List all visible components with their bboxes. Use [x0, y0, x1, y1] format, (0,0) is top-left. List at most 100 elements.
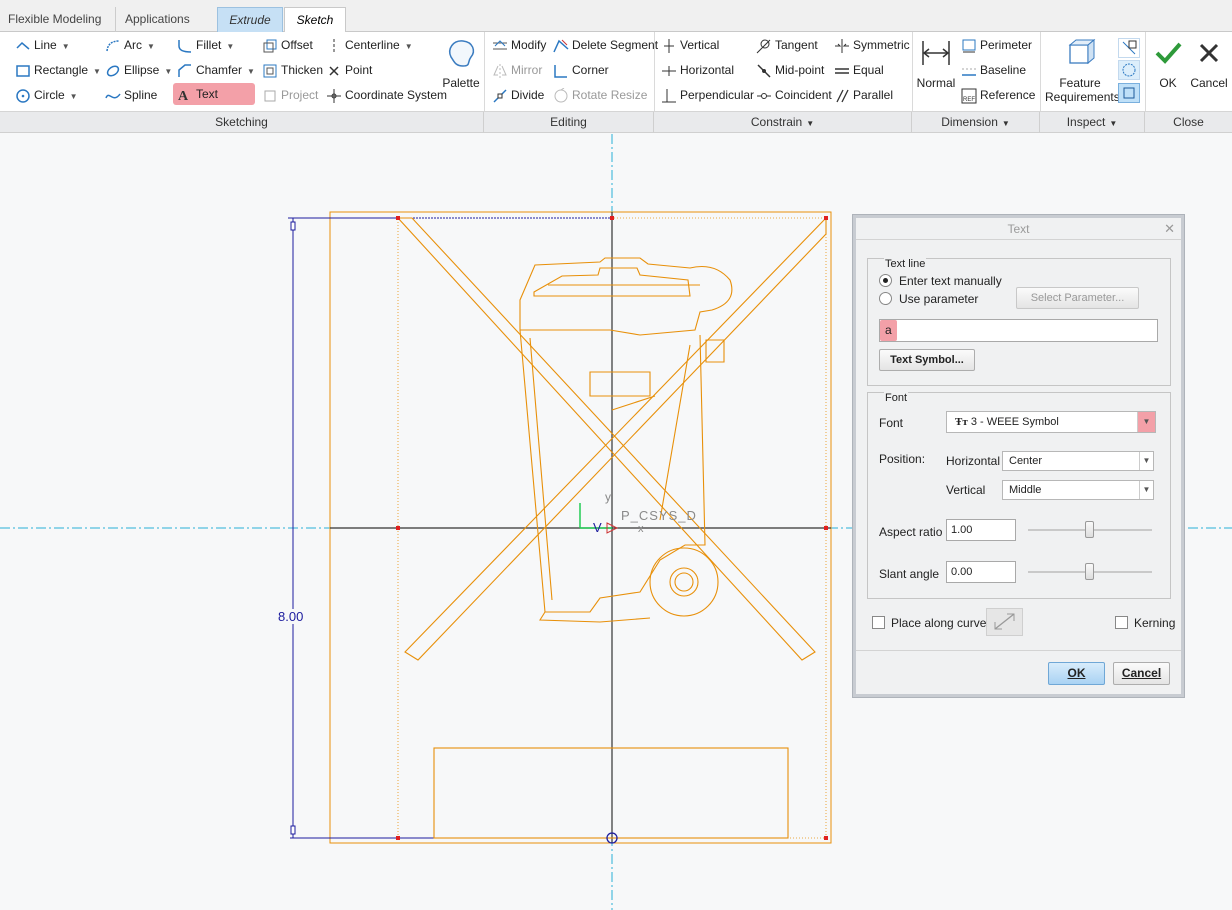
tab-applications[interactable]: Applications: [117, 7, 209, 32]
tab-extrude[interactable]: Extrude: [217, 7, 283, 32]
chevron-down-icon[interactable]: ▼: [405, 42, 413, 51]
flip-curve-button[interactable]: [986, 608, 1023, 636]
group-dimension[interactable]: Dimension ▼: [912, 112, 1040, 133]
text-symbol-button[interactable]: Text Symbol...: [879, 349, 975, 371]
symmetric-constraint-button[interactable]: Symmetric: [834, 34, 910, 56]
text-button[interactable]: A Text: [173, 83, 255, 105]
spline-button[interactable]: Spline: [105, 84, 157, 106]
rectangle-button[interactable]: Rectangle ▼: [15, 59, 101, 81]
group-constrain-label: Constrain: [750, 115, 803, 129]
line-button[interactable]: Line ▼: [15, 34, 70, 56]
overlap-inspect-button[interactable]: [1118, 38, 1140, 58]
chevron-down-icon[interactable]: ▼: [247, 67, 255, 76]
aspect-ratio-input[interactable]: 1.00: [946, 519, 1016, 541]
baseline-label: Baseline: [980, 63, 1027, 77]
ellipse-button[interactable]: Ellipse ▼: [105, 59, 172, 81]
delete-segment-button[interactable]: Delete Segment: [553, 34, 658, 56]
dimension-value[interactable]: 8.00: [278, 609, 304, 624]
feature-requirements-button[interactable]: Feature Requirements: [1045, 37, 1120, 104]
slant-angle-slider-thumb[interactable]: [1085, 563, 1094, 580]
text-input[interactable]: a: [879, 319, 1158, 342]
modify-button[interactable]: Modify: [492, 34, 546, 56]
thicken-button[interactable]: Thicken: [262, 59, 323, 81]
circle-button[interactable]: Circle ▼: [15, 84, 78, 106]
vertical-constraint-button[interactable]: Vertical: [661, 34, 719, 56]
place-along-curve-checkbox[interactable]: [872, 616, 885, 629]
chevron-down-icon[interactable]: ▼: [164, 67, 172, 76]
chevron-down-icon[interactable]: ▼: [93, 67, 101, 76]
use-parameter-radio[interactable]: [879, 292, 892, 305]
project-label: Project: [281, 88, 319, 102]
project-button[interactable]: Project: [262, 84, 318, 106]
cancel-button[interactable]: Cancel: [1189, 37, 1229, 90]
chevron-down-icon[interactable]: ▼: [1139, 481, 1153, 499]
csys-label: P_CSYS_D: [621, 508, 697, 523]
normal-dimension-button[interactable]: Normal: [916, 37, 956, 90]
dialog-ok-button[interactable]: OK: [1048, 662, 1105, 685]
ok-button[interactable]: OK: [1150, 37, 1186, 90]
parallel-constraint-button[interactable]: Parallel: [834, 84, 893, 106]
font-label: Font: [879, 416, 904, 430]
group-inspect[interactable]: Inspect ▼: [1040, 112, 1145, 133]
fillet-button[interactable]: Fillet ▼: [177, 34, 234, 56]
chevron-down-icon[interactable]: ▼: [1139, 452, 1153, 470]
chevron-down-icon[interactable]: ▼: [147, 42, 155, 51]
equal-icon: [834, 63, 850, 79]
font-select[interactable]: Ŧᴛ 3 - WEEE Symbol ▼: [946, 411, 1156, 433]
shade-closed-loops-button[interactable]: [1118, 60, 1140, 80]
horizontal-constraint-button[interactable]: Horizontal: [661, 59, 734, 81]
vertical-select[interactable]: Middle ▼: [1002, 480, 1154, 500]
arc-button[interactable]: Arc ▼: [105, 34, 155, 56]
tab-flexible-modeling[interactable]: Flexible Modeling: [0, 7, 116, 32]
text-input-value: a: [880, 320, 897, 341]
horizontal-select[interactable]: Center ▼: [1002, 451, 1154, 471]
chevron-down-icon[interactable]: ▼: [70, 92, 78, 101]
coordinate-system-button[interactable]: Coordinate System: [326, 84, 447, 106]
coincident-icon: [756, 88, 772, 104]
chevron-down-icon[interactable]: ▼: [1137, 412, 1155, 432]
highlight-open-ends-button[interactable]: [1118, 83, 1140, 103]
rotate-resize-button[interactable]: Rotate Resize: [553, 84, 647, 106]
group-close: Close: [1173, 115, 1204, 129]
thicken-icon: [262, 63, 278, 79]
symmetric-label: Symmetric: [853, 38, 910, 52]
coincident-label: Coincident: [775, 88, 832, 102]
mirror-button[interactable]: Mirror: [492, 59, 542, 81]
offset-button[interactable]: Offset: [262, 34, 313, 56]
chevron-down-icon[interactable]: ▼: [62, 42, 70, 51]
reference-button[interactable]: REF Reference: [961, 84, 1035, 106]
requirements-label: Requirements: [1045, 90, 1120, 104]
perimeter-button[interactable]: Perimeter: [961, 34, 1032, 56]
kerning-checkbox[interactable]: [1115, 616, 1128, 629]
group-constrain[interactable]: Constrain ▼: [654, 112, 912, 133]
tangent-constraint-button[interactable]: Tangent: [756, 34, 818, 56]
midpoint-constraint-button[interactable]: Mid-point: [756, 59, 824, 81]
horizontal-constraint-icon: [661, 63, 677, 79]
fillet-icon: [177, 38, 193, 54]
divide-button[interactable]: Divide: [492, 84, 544, 106]
aspect-ratio-slider-thumb[interactable]: [1085, 521, 1094, 538]
centerline-button[interactable]: Centerline ▼: [326, 34, 413, 56]
equal-constraint-button[interactable]: Equal: [834, 59, 884, 81]
corner-icon: [553, 63, 569, 79]
enter-text-manually-radio[interactable]: [879, 274, 892, 287]
perpendicular-constraint-button[interactable]: Perpendicular: [661, 84, 754, 106]
ellipse-label: Ellipse: [124, 63, 160, 77]
point-button[interactable]: Point: [326, 59, 372, 81]
enter-text-manually-label: Enter text manually: [899, 274, 1002, 288]
ribbon-tabs: Flexible Modeling Applications Extrude S…: [0, 0, 1232, 33]
corner-button[interactable]: Corner: [553, 59, 609, 81]
tab-sketch[interactable]: Sketch: [284, 7, 346, 33]
arc-label: Arc: [124, 38, 142, 52]
select-parameter-button[interactable]: Select Parameter...: [1016, 287, 1139, 309]
palette-button[interactable]: Palette: [442, 37, 480, 90]
coincident-constraint-button[interactable]: Coincident: [756, 84, 832, 106]
slant-angle-input[interactable]: 0.00: [946, 561, 1016, 583]
chevron-down-icon[interactable]: ▼: [226, 42, 234, 51]
axis-v-label: V: [593, 520, 602, 535]
chamfer-button[interactable]: Chamfer ▼: [177, 59, 255, 81]
close-icon[interactable]: ✕: [1164, 218, 1175, 240]
close-icon: [1189, 37, 1229, 72]
dialog-cancel-button[interactable]: Cancel: [1113, 662, 1170, 685]
baseline-button[interactable]: Baseline: [961, 59, 1026, 81]
